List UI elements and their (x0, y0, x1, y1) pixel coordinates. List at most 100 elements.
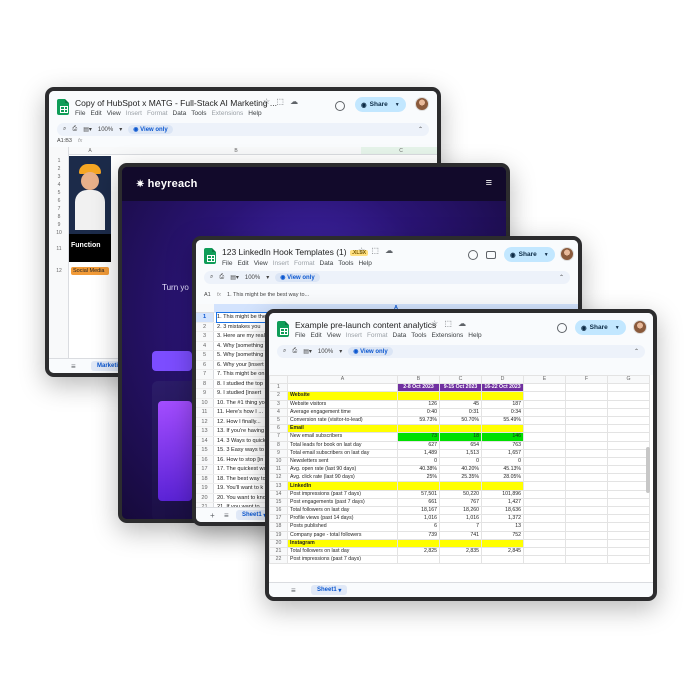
chevron-down-icon[interactable]: ▼ (615, 325, 620, 331)
menu-extensions[interactable]: Extensions (211, 110, 243, 117)
hook-template-cell[interactable]: 20. You want to kno (217, 494, 266, 503)
document-title[interactable]: Copy of HubSpot x MATG - Full-Stack AI M… (75, 98, 277, 108)
menu-view[interactable]: View (254, 260, 268, 267)
metric-value-cell[interactable]: 767 (439, 497, 482, 508)
hook-template-cell[interactable]: 15. 3 Easy ways to (217, 446, 264, 455)
table-cell[interactable] (523, 383, 566, 393)
metric-label-cell[interactable]: Total followers on last day (287, 546, 398, 557)
metric-value-cell[interactable]: 187 (481, 399, 524, 409)
table-cell[interactable] (565, 391, 608, 401)
table-cell[interactable] (565, 440, 608, 450)
row-number[interactable]: 4 (49, 182, 69, 188)
column-header-b[interactable]: B (111, 147, 361, 155)
hook-template-cell[interactable]: 8. I studied the top (217, 380, 263, 389)
table-cell[interactable] (565, 546, 608, 557)
metric-value-cell[interactable]: 50.70% (439, 415, 482, 426)
table-cell[interactable] (565, 473, 608, 483)
collapse-toolbar-icon[interactable]: ⌃ (418, 126, 423, 133)
metric-label-cell[interactable]: Profile views (past 14 days) (287, 514, 398, 524)
view-only-button[interactable]: ◉ View only (275, 273, 320, 282)
metric-label-cell[interactable]: Conversion rate (visitor-to-lead) (287, 415, 398, 426)
metric-label-cell[interactable]: Avg. open rate (last 90 days) (287, 465, 398, 475)
function-cell[interactable]: Function (69, 234, 111, 262)
section-fill-cell[interactable] (397, 424, 440, 434)
sheets-logo-icon[interactable] (277, 321, 289, 337)
section-fill-cell[interactable] (439, 481, 482, 491)
table-cell[interactable] (607, 546, 650, 557)
metric-value-cell[interactable]: 654 (439, 440, 482, 450)
metric-value-cell[interactable]: 1,372 (481, 514, 524, 524)
menu-extensions[interactable]: Extensions (431, 332, 463, 339)
metric-value-cell[interactable]: 1,427 (481, 497, 524, 508)
table-cell[interactable] (565, 383, 608, 393)
menu-view[interactable]: View (327, 332, 341, 339)
metric-label-cell[interactable]: Total email subscribers on last day (287, 448, 398, 458)
metric-value-cell[interactable]: 101,896 (481, 489, 524, 499)
metric-label-cell[interactable]: Post impressions (past 7 days) (287, 555, 398, 565)
menu-format[interactable]: Format (294, 260, 315, 267)
row-number[interactable]: 12 (196, 417, 214, 426)
row-number[interactable]: 8 (49, 214, 69, 220)
metric-value-cell[interactable]: 59.73% (397, 415, 440, 426)
date-header-cell[interactable]: 9-15 Oct 2023 (439, 383, 482, 393)
section-fill-cell[interactable] (397, 538, 440, 548)
row-number[interactable]: 1 (196, 313, 214, 322)
row-number[interactable]: 1 (49, 158, 69, 164)
share-button[interactable]: ◉ Share ▼ (355, 97, 406, 112)
history-icon[interactable] (335, 101, 345, 111)
metric-label-cell[interactable]: Post engagements (past 7 days) (287, 497, 398, 508)
metric-value-cell[interactable]: 0:40 (397, 407, 440, 417)
date-header-cell[interactable]: 16-22 Oct 2023 (481, 383, 524, 393)
document-title[interactable]: Example pre-launch content analytics (295, 320, 436, 330)
metric-value-cell[interactable]: 0:34 (481, 407, 524, 417)
title-action-icons[interactable]: ☆ ⬚ ☁ (263, 97, 300, 106)
menu-help[interactable]: Help (468, 332, 481, 339)
metric-value-cell[interactable]: 40.38% (397, 465, 440, 475)
row-number[interactable]: 3 (196, 332, 214, 341)
metric-value-cell[interactable]: 0:31 (439, 407, 482, 417)
search-icon[interactable]: ⌕ (210, 274, 213, 281)
table-cell[interactable] (565, 407, 608, 417)
row-number[interactable]: 10 (196, 398, 214, 407)
table-cell[interactable] (607, 415, 650, 426)
column-header[interactable]: G (607, 375, 650, 385)
search-icon[interactable]: ⌕ (283, 348, 286, 355)
share-button[interactable]: ◉ Share ▼ (504, 247, 555, 262)
metric-value-cell[interactable]: 6 (397, 522, 440, 532)
row-number[interactable]: 1 (269, 383, 288, 393)
hook-template-cell[interactable]: 16. How to stop [in (217, 456, 263, 465)
metric-value-cell[interactable] (397, 555, 440, 565)
metric-value-cell[interactable]: 661 (397, 497, 440, 508)
history-icon[interactable] (557, 323, 567, 333)
row-number[interactable]: 12 (49, 268, 69, 274)
table-cell[interactable] (607, 383, 650, 393)
row-number[interactable]: 19 (269, 530, 288, 540)
table-cell[interactable] (565, 415, 608, 426)
hook-template-cell[interactable]: 17. The quickest wa (217, 465, 267, 474)
row-number[interactable]: 22 (269, 555, 288, 565)
metric-value-cell[interactable]: 1,513 (439, 448, 482, 458)
row-number[interactable]: 20 (196, 493, 214, 502)
metric-value-cell[interactable]: 13 (481, 522, 524, 532)
add-sheet-icon[interactable]: + (210, 511, 215, 520)
zoom-caret-icon[interactable]: ▾ (339, 348, 342, 355)
metric-value-cell[interactable] (481, 555, 524, 565)
avatar[interactable] (560, 247, 574, 261)
row-number[interactable]: 7 (269, 432, 288, 442)
table-cell[interactable] (565, 522, 608, 532)
table-cell[interactable] (607, 538, 650, 548)
table-cell[interactable] (523, 465, 566, 475)
table-cell[interactable] (523, 440, 566, 450)
row-number[interactable]: 15 (269, 497, 288, 508)
row-number[interactable]: 10 (269, 456, 288, 467)
view-only-button[interactable]: ◉ View only (348, 347, 393, 356)
metric-value-cell[interactable]: 752 (481, 530, 524, 540)
hook-template-cell[interactable]: 19. You'll want to k (217, 484, 263, 493)
metric-label-cell[interactable]: New email subscribers (287, 432, 398, 442)
metric-label-cell[interactable]: Avg. click rate (last 90 days) (287, 473, 398, 483)
chevron-down-icon[interactable]: ▼ (395, 102, 400, 108)
row-number[interactable]: 17 (196, 465, 214, 474)
table-cell[interactable] (607, 505, 650, 516)
metric-value-cell[interactable]: 28.05% (481, 473, 524, 483)
table-cell[interactable] (565, 489, 608, 499)
